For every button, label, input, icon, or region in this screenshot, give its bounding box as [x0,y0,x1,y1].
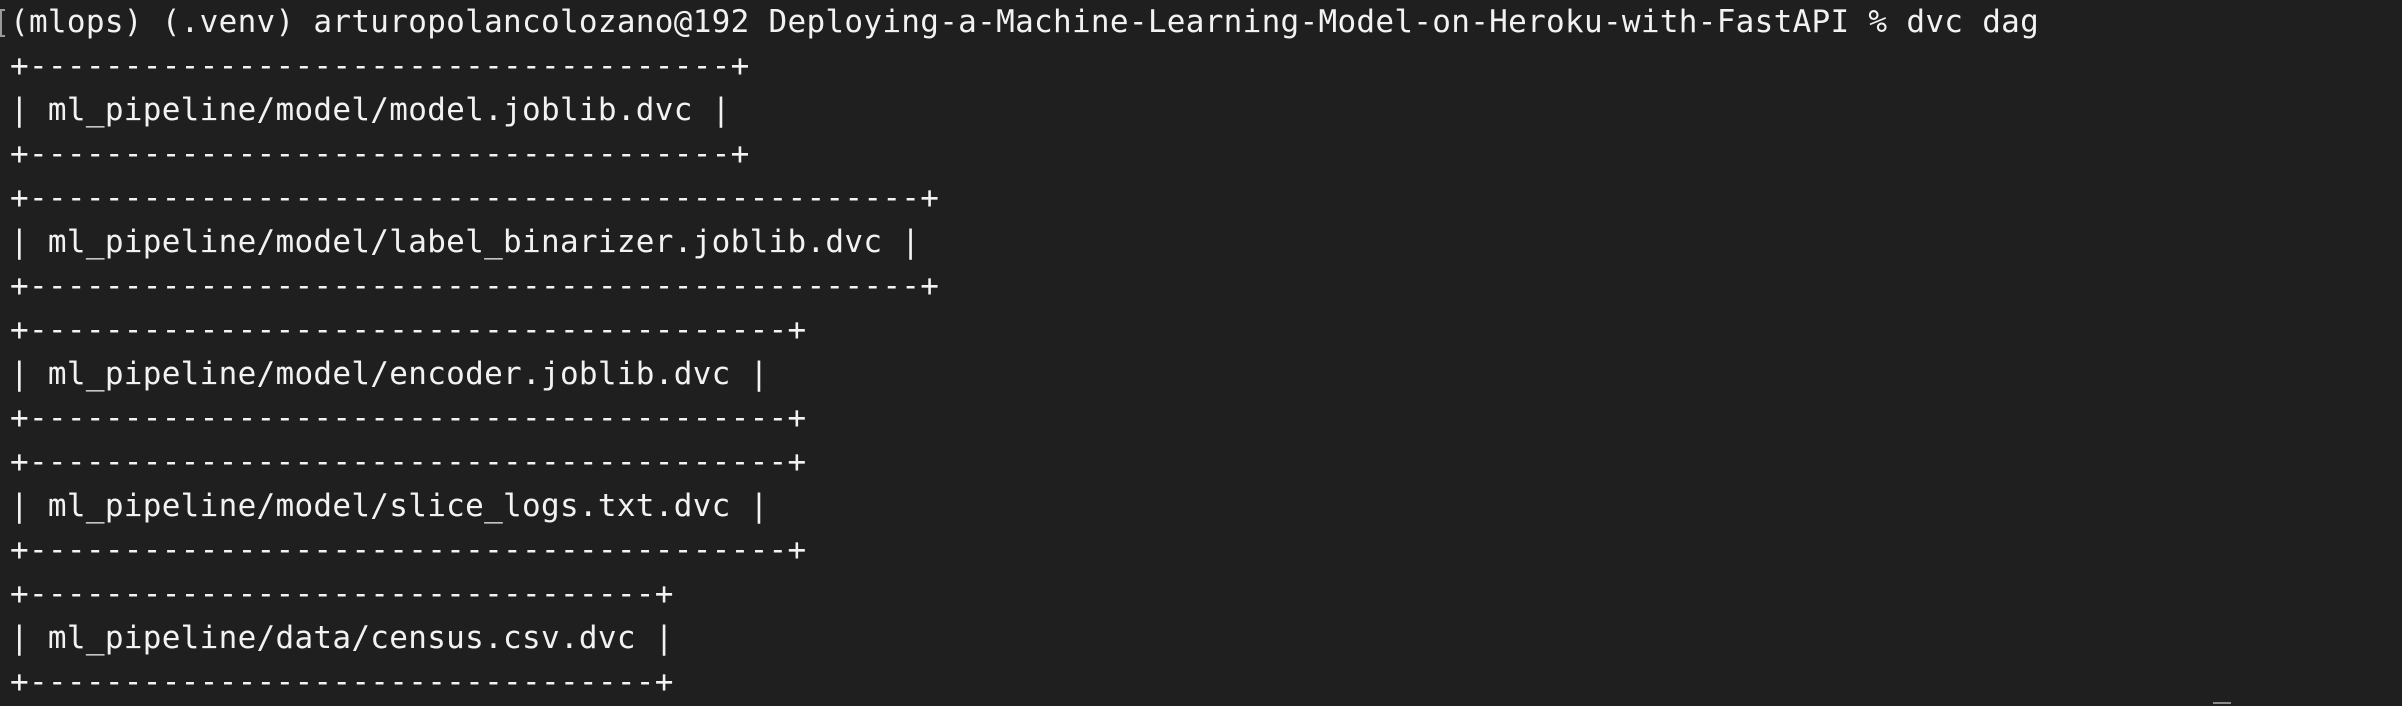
dag-node-4-label: | ml_pipeline/model/slice_logs.txt.dvc | [10,488,769,524]
terminal-window[interactable]: (mlops) (.venv) arturopolancolozano@192 … [0,0,2402,706]
dag-node-5-top-border: +---------------------------------+ [10,576,674,612]
dag-node-2-bottom-border: +---------------------------------------… [10,268,940,304]
dag-node-2-top-border: +---------------------------------------… [10,180,940,216]
dag-node-3-top-border: +---------------------------------------… [10,312,807,348]
dag-node-3-label: | ml_pipeline/model/encoder.joblib.dvc | [10,356,769,392]
dag-node-5-bottom-border: +---------------------------------+ [10,664,674,700]
line-marker-icon [0,9,5,37]
command-prompt-line: (mlops) (.venv) arturopolancolozano@192 … [10,4,2040,40]
dag-node-3-bottom-border: +---------------------------------------… [10,400,807,436]
dag-node-4-top-border: +---------------------------------------… [10,444,807,480]
dag-node-1-label: | ml_pipeline/model/model.joblib.dvc | [10,92,731,128]
dag-node-2-label: | ml_pipeline/model/label_binarizer.jobl… [10,224,921,260]
dag-node-1-top-border: +-------------------------------------+ [10,48,750,84]
dag-node-1-bottom-border: +-------------------------------------+ [10,136,750,172]
dag-node-5-label: | ml_pipeline/data/census.csv.dvc | [10,620,674,656]
dag-node-4-bottom-border: +---------------------------------------… [10,532,807,568]
terminal-cursor-icon [2213,702,2231,704]
